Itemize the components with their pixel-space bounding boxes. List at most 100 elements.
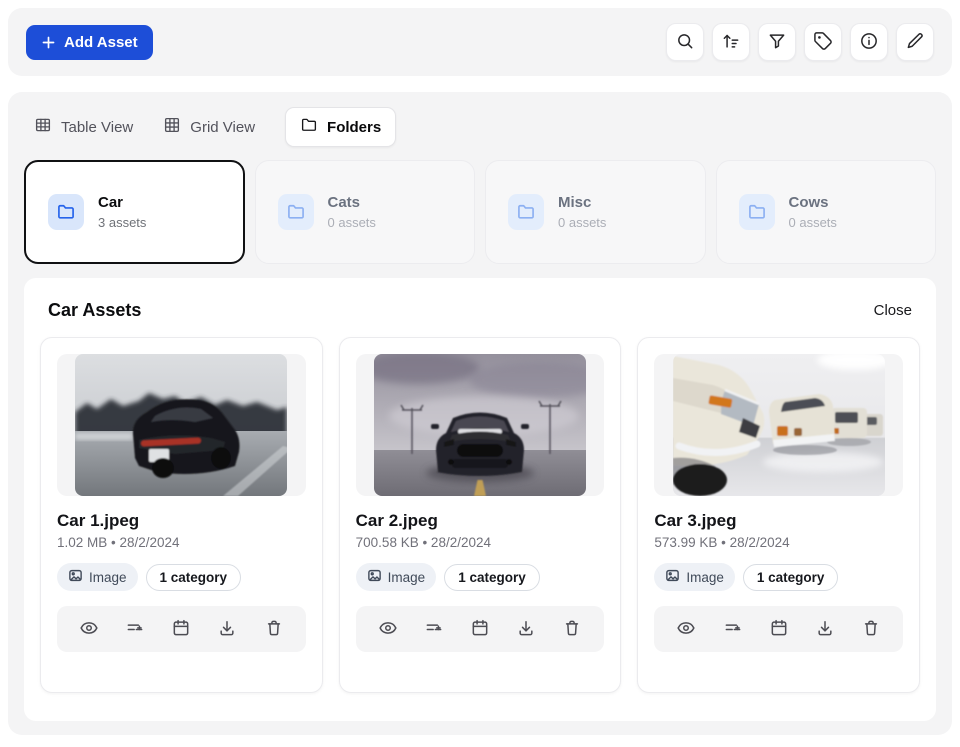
type-badge: Image (654, 563, 735, 591)
image-icon (367, 568, 382, 586)
folder-icon (739, 194, 775, 230)
calendar-icon (470, 618, 490, 641)
plus-icon (41, 35, 56, 50)
folder-icon (278, 194, 314, 230)
folder-count: 3 assets (98, 215, 146, 230)
asset-badges: Image 1 category (356, 563, 605, 591)
panel-title: Car Assets (48, 300, 141, 321)
tab-table-view[interactable]: Table View (34, 116, 133, 138)
asset-thumbnail (57, 354, 306, 496)
delete-button[interactable] (558, 614, 586, 645)
folder-name: Cows (789, 194, 837, 213)
folder-icon (508, 194, 544, 230)
asset-grid: Car 1.jpeg 1.02 MB • 28/2/2024 Image 1 c… (40, 337, 920, 693)
asset-actions (356, 606, 605, 652)
image-icon (665, 568, 680, 586)
add-to-list-button[interactable] (420, 614, 448, 645)
calendar-button[interactable] (765, 614, 793, 645)
add-to-list-button[interactable] (719, 614, 747, 645)
asset-filename: Car 1.jpeg (57, 511, 306, 531)
type-badge: Image (57, 563, 138, 591)
search-icon (675, 31, 695, 54)
folder-card-misc[interactable]: Misc 0 assets (485, 160, 706, 264)
folder-name: Misc (558, 194, 606, 213)
folder-card-cows[interactable]: Cows 0 assets (716, 160, 937, 264)
panel-header: Car Assets Close (40, 294, 920, 321)
delete-icon (264, 618, 284, 641)
download-icon (217, 618, 237, 641)
tag-button[interactable] (804, 23, 842, 61)
add-to-list-icon (723, 618, 743, 641)
tab-grid-view[interactable]: Grid View (163, 116, 255, 138)
car1-photo (75, 354, 287, 496)
download-button[interactable] (213, 614, 241, 645)
sort-ascending-icon (721, 31, 741, 54)
filter-button[interactable] (758, 23, 796, 61)
tab-label: Folders (327, 119, 381, 136)
download-button[interactable] (811, 614, 839, 645)
download-icon (815, 618, 835, 641)
folder-count: 0 assets (558, 215, 606, 230)
asset-badges: Image 1 category (654, 563, 903, 591)
search-button[interactable] (666, 23, 704, 61)
download-icon (516, 618, 536, 641)
tab-label: Grid View (190, 119, 255, 136)
delete-button[interactable] (260, 614, 288, 645)
calendar-button[interactable] (466, 614, 494, 645)
add-to-list-icon (125, 618, 145, 641)
asset-filename: Car 3.jpeg (654, 511, 903, 531)
folder-icon (300, 116, 318, 138)
main-section: Table View Grid View Folders Car 3 asset… (8, 92, 952, 735)
asset-thumbnail (654, 354, 903, 496)
folder-name: Car (98, 194, 146, 213)
preview-icon (378, 618, 398, 641)
filter-icon (767, 31, 787, 54)
edit-icon (905, 31, 925, 54)
preview-icon (676, 618, 696, 641)
asset-manager-app: { "toolbar": { "add_asset_label": "Add A… (0, 0, 960, 747)
tag-icon (813, 31, 833, 54)
category-badge: 1 category (146, 564, 242, 591)
preview-button[interactable] (374, 614, 402, 645)
delete-icon (861, 618, 881, 641)
folder-grid: Car 3 assets Cats 0 assets Misc 0 assets… (24, 160, 936, 264)
folder-icon (48, 194, 84, 230)
calendar-button[interactable] (167, 614, 195, 645)
calendar-icon (769, 618, 789, 641)
add-asset-button[interactable]: Add Asset (26, 25, 153, 60)
view-tabs: Table View Grid View Folders (24, 108, 936, 146)
calendar-icon (171, 618, 191, 641)
download-button[interactable] (512, 614, 540, 645)
folder-name: Cats (328, 194, 376, 213)
car2-photo (374, 354, 586, 496)
add-to-list-button[interactable] (121, 614, 149, 645)
sort-button[interactable] (712, 23, 750, 61)
add-asset-label: Add Asset (64, 34, 138, 51)
close-button[interactable]: Close (874, 302, 912, 319)
asset-meta: 1.02 MB • 28/2/2024 (57, 535, 306, 550)
folder-count: 0 assets (789, 215, 837, 230)
image-icon (68, 568, 83, 586)
info-button[interactable] (850, 23, 888, 61)
asset-actions (57, 606, 306, 652)
top-toolbar: Add Asset (8, 8, 952, 76)
preview-icon (79, 618, 99, 641)
toolbar-icon-group (666, 23, 934, 61)
asset-meta: 573.99 KB • 28/2/2024 (654, 535, 903, 550)
preview-button[interactable] (672, 614, 700, 645)
info-icon (859, 31, 879, 54)
asset-card-car2: Car 2.jpeg 700.58 KB • 28/2/2024 Image 1… (339, 337, 622, 693)
add-to-list-icon (424, 618, 444, 641)
folder-count: 0 assets (328, 215, 376, 230)
category-badge: 1 category (444, 564, 540, 591)
table-icon (34, 116, 52, 138)
folder-card-cats[interactable]: Cats 0 assets (255, 160, 476, 264)
delete-button[interactable] (857, 614, 885, 645)
edit-button[interactable] (896, 23, 934, 61)
asset-card-car3: Car 3.jpeg 573.99 KB • 28/2/2024 Image 1… (637, 337, 920, 693)
grid-icon (163, 116, 181, 138)
tab-folders[interactable]: Folders (285, 107, 396, 147)
type-badge: Image (356, 563, 437, 591)
preview-button[interactable] (75, 614, 103, 645)
folder-card-car[interactable]: Car 3 assets (24, 160, 245, 264)
